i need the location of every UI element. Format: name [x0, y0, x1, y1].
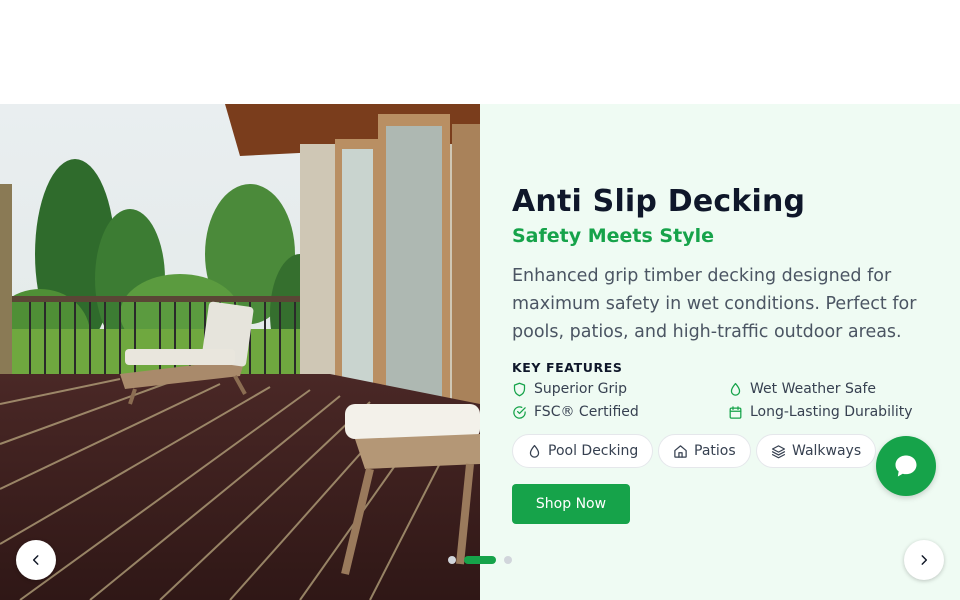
feature-fsc-certified: FSC® Certified: [512, 404, 639, 420]
chip-walkways[interactable]: Walkways: [756, 434, 877, 468]
chip-pool-decking[interactable]: Pool Decking: [512, 434, 654, 468]
feature-label: Wet Weather Safe: [750, 381, 876, 397]
chip-label: Walkways: [792, 443, 862, 459]
calendar-icon: [729, 405, 742, 419]
home-icon: [674, 444, 687, 458]
shield-icon: [513, 382, 526, 396]
feature-superior-grip: Superior Grip: [512, 381, 627, 397]
hero-description: Enhanced grip timber decking designed fo…: [512, 266, 917, 342]
hero-carousel: Anti Slip Decking Safety Meets Style Enh…: [0, 104, 960, 600]
carousel-dot[interactable]: [448, 556, 456, 564]
hero-title: Anti Slip Decking: [512, 184, 806, 219]
shop-now-button[interactable]: Shop Now: [512, 484, 630, 524]
key-features-heading: KEY FEATURES: [512, 360, 623, 375]
chip-patios[interactable]: Patios: [658, 434, 751, 468]
droplet-icon: [730, 382, 741, 396]
chat-button[interactable]: [876, 436, 936, 496]
layers-icon: [771, 444, 786, 458]
carousel-next-button[interactable]: [904, 540, 944, 580]
carousel-prev-button[interactable]: [16, 540, 56, 580]
feature-label: Long-Lasting Durability: [750, 404, 913, 420]
carousel-indicators: [448, 556, 520, 564]
carousel-dot[interactable]: [464, 556, 496, 564]
chat-bubble-icon: [895, 455, 917, 477]
feature-label: Superior Grip: [534, 381, 628, 397]
feature-wet-weather-safe: Wet Weather Safe: [728, 381, 876, 397]
hero-subtitle: Safety Meets Style: [512, 225, 714, 247]
droplet-icon: [529, 444, 540, 458]
header-area: [0, 0, 960, 104]
check-circle-icon: [513, 405, 526, 419]
chevron-right-icon: [921, 555, 928, 565]
chip-label: Patios: [694, 443, 736, 459]
carousel-dot[interactable]: [504, 556, 512, 564]
feature-label: FSC® Certified: [534, 404, 639, 420]
hero-content-panel: Anti Slip Decking Safety Meets Style Enh…: [480, 104, 960, 600]
chip-label: Pool Decking: [548, 443, 639, 459]
hero-image-decking: [0, 104, 480, 600]
feature-long-lasting: Long-Lasting Durability: [728, 404, 913, 420]
chevron-left-icon: [32, 555, 39, 565]
